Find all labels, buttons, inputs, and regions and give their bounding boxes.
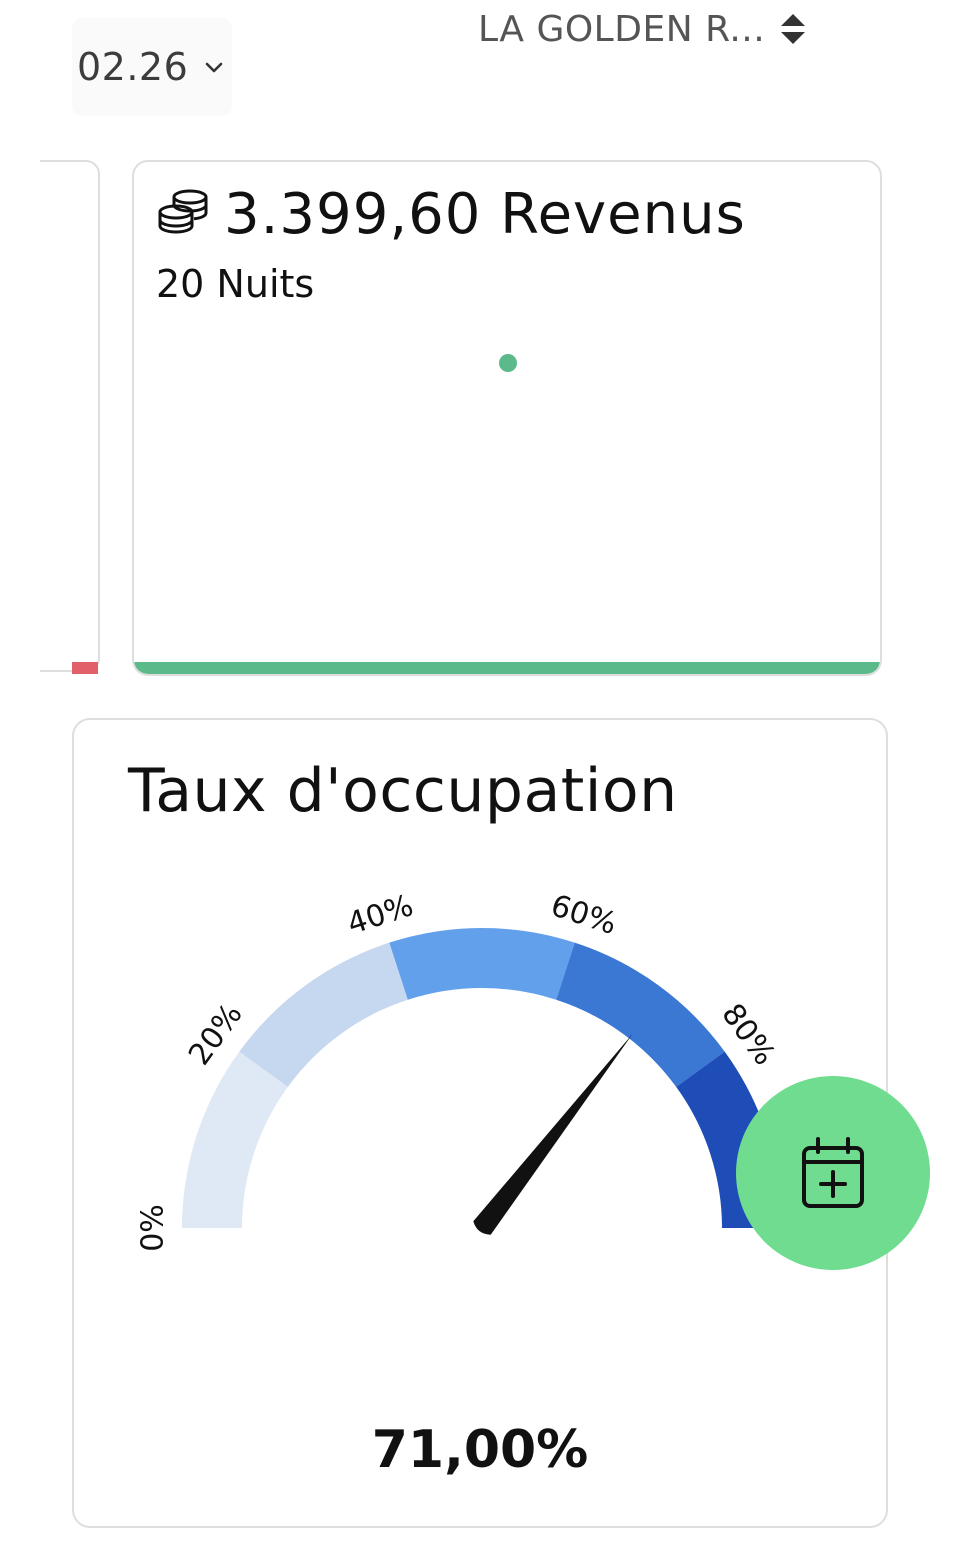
month-select[interactable]: 02.26: [72, 18, 232, 116]
add-booking-button[interactable]: [736, 1076, 930, 1270]
gauge-band-1: [239, 942, 408, 1087]
revenue-point: [499, 354, 517, 372]
chevron-down-icon: [205, 62, 223, 73]
property-select[interactable]: LA GOLDEN R...: [478, 6, 807, 52]
month-value: 02.26: [77, 45, 189, 89]
revenue-amount: 3.399,60 Revenus: [224, 182, 746, 247]
revenue-bar: [134, 662, 880, 674]
gauge-needle: [473, 1033, 633, 1235]
gauge-tick-label: 40%: [343, 888, 417, 942]
previous-card-edge[interactable]: [40, 160, 100, 672]
occupancy-value: 71,00%: [371, 1420, 589, 1480]
property-name: LA GOLDEN R...: [478, 8, 766, 50]
gauge-tick-label: 0%: [136, 1204, 171, 1252]
previous-card-bar: [72, 662, 98, 674]
revenue-card[interactable]: 3.399,60 Revenus 20 Nuits: [132, 160, 882, 676]
calendar-plus-icon: [802, 1137, 864, 1208]
revenue-chart: [499, 354, 517, 372]
nights-count: 20 Nuits: [156, 262, 315, 306]
gauge-band-3: [556, 942, 725, 1087]
gauge-tick-label: 60%: [547, 888, 621, 942]
sort-updown-icon: [781, 14, 806, 44]
gauge-band-0: [182, 1051, 288, 1228]
gauge-band-2: [389, 928, 575, 1000]
coins-icon: [158, 189, 208, 234]
